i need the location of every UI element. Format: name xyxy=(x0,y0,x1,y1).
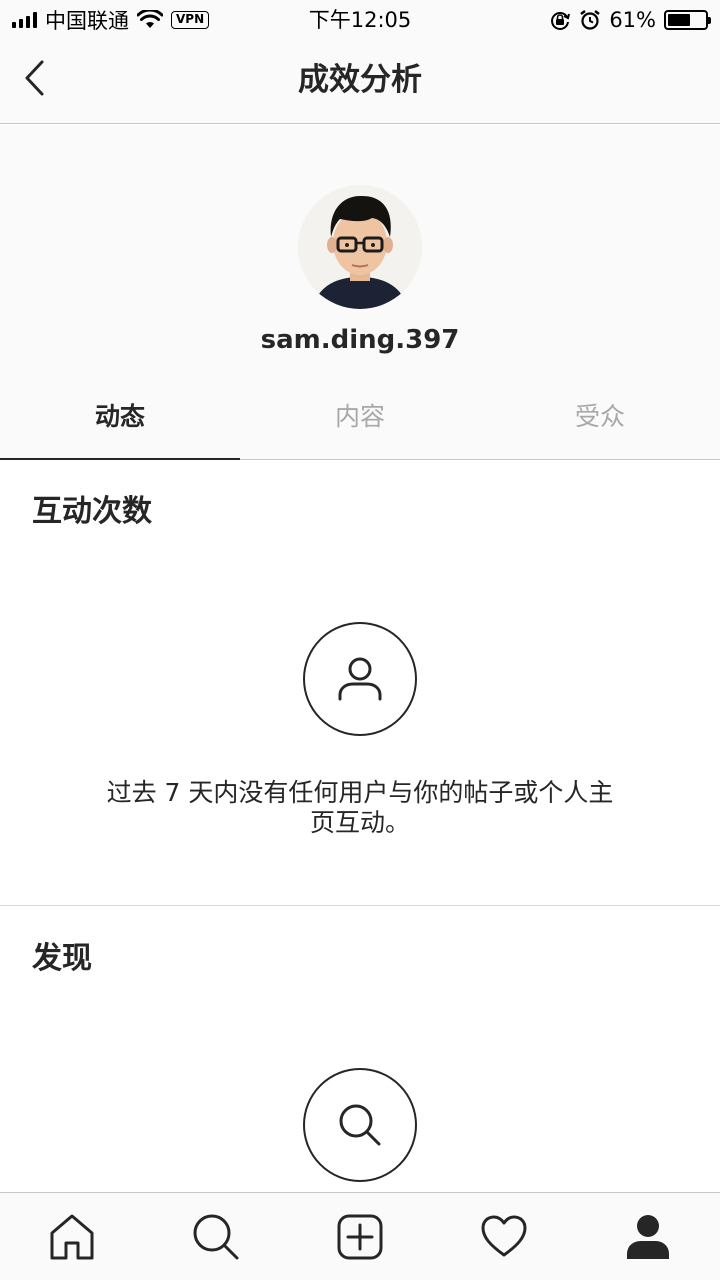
page-title: 成效分析 xyxy=(298,62,422,98)
activity-heart-icon xyxy=(481,1215,527,1256)
home-icon xyxy=(50,1214,94,1259)
avatar xyxy=(298,185,422,309)
insights-tabs: 动态 内容 受众 xyxy=(0,375,720,460)
wifi-icon xyxy=(137,10,163,28)
person-icon xyxy=(338,657,382,701)
avatar-image xyxy=(298,185,422,309)
search-icon-circle xyxy=(303,1068,417,1182)
tab-bar-activity[interactable] xyxy=(432,1193,576,1280)
person-icon-circle xyxy=(303,622,417,736)
battery-fill xyxy=(668,14,690,26)
tab-bar-new-post[interactable] xyxy=(288,1193,432,1280)
nav-bar: 成效分析 xyxy=(0,40,720,124)
tab-activity[interactable]: 动态 xyxy=(0,375,240,460)
vpn-badge: VPN xyxy=(171,11,210,29)
interactions-title: 互动次数 xyxy=(32,494,152,529)
battery-percent: 61% xyxy=(609,8,656,32)
rotation-lock-icon xyxy=(551,12,571,30)
profile-icon xyxy=(627,1214,669,1259)
status-bar: 中国联通 VPN 下午12:05 61% xyxy=(0,0,720,40)
bottom-tab-bar xyxy=(0,1192,720,1280)
profile-header: sam.ding.397 动态 内容 受众 xyxy=(0,125,720,460)
discovery-title: 发现 xyxy=(32,941,92,976)
tab-content[interactable]: 内容 xyxy=(240,375,480,459)
username: sam.ding.397 xyxy=(260,325,460,355)
tab-bar-home[interactable] xyxy=(0,1193,144,1280)
tab-audience[interactable]: 受众 xyxy=(480,375,720,459)
signal-icon xyxy=(12,12,37,28)
alarm-icon xyxy=(580,10,601,30)
back-button[interactable] xyxy=(22,56,62,100)
carrier-name: 中国联通 xyxy=(45,9,129,33)
tab-bar-search[interactable] xyxy=(144,1193,288,1280)
search-icon xyxy=(193,1214,239,1259)
discovery-section: 发现 xyxy=(0,906,720,1192)
new-post-icon xyxy=(337,1214,383,1259)
battery-icon xyxy=(664,10,711,30)
interactions-section: 互动次数 过去 7 天内没有任何用户与你的帖子或个人主页互动。 xyxy=(0,460,720,905)
search-icon xyxy=(339,1104,381,1146)
tab-bar-profile[interactable] xyxy=(576,1193,720,1280)
chevron-left-icon xyxy=(25,60,44,96)
interactions-empty-message: 过去 7 天内没有任何用户与你的帖子或个人主页互动。 xyxy=(106,778,614,837)
